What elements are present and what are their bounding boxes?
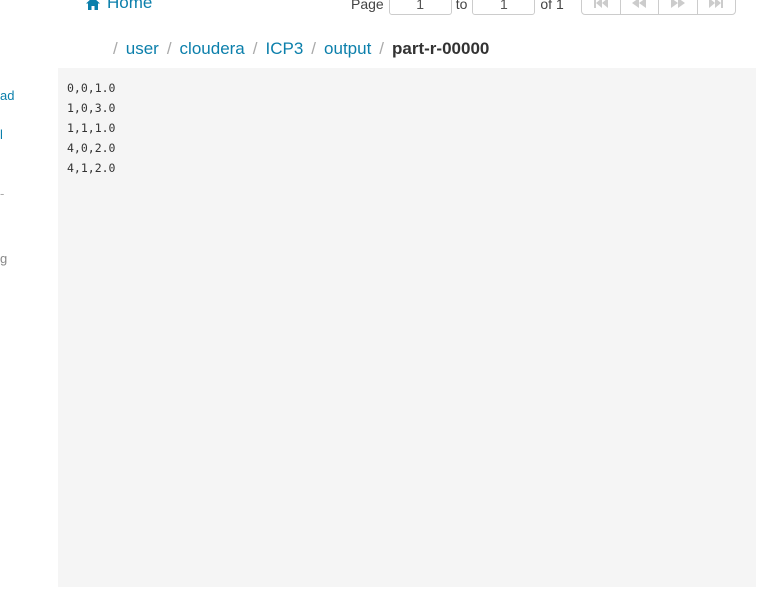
breadcrumb-separator: / — [166, 39, 172, 58]
home-label: Home — [107, 0, 153, 12]
page-count-label: of 1 — [540, 0, 564, 12]
home-icon — [86, 0, 100, 10]
file-line: 1,0,3.0 — [67, 101, 116, 115]
sidebar-item-fragment[interactable]: l — [0, 127, 3, 142]
fast-forward-icon — [670, 0, 685, 13]
rewind-icon — [632, 0, 647, 13]
breadcrumb-separator: / — [252, 39, 258, 58]
breadcrumb: / user / cloudera / ICP3 / output / part… — [113, 38, 489, 60]
file-content-viewer: 0,0,1.0 1,0,3.0 1,1,1.0 4,0,2.0 4,1,2.0 — [58, 68, 756, 587]
last-page-icon — [709, 0, 724, 13]
file-line: 0,0,1.0 — [67, 81, 116, 95]
pager-button-group — [581, 0, 736, 15]
to-label: to — [455, 0, 468, 12]
page-navigator: Page to of 1 — [351, 0, 564, 16]
breadcrumb-separator: / — [113, 39, 118, 58]
sidebar-item-fragment[interactable]: g — [0, 251, 7, 266]
previous-page-button[interactable] — [621, 0, 659, 14]
last-page-button[interactable] — [698, 0, 736, 14]
first-page-icon — [593, 0, 608, 13]
file-line: 1,1,1.0 — [67, 121, 116, 135]
next-page-button[interactable] — [659, 0, 698, 14]
sidebar-item-fragment[interactable]: - — [0, 186, 4, 201]
breadcrumb-separator: / — [379, 39, 385, 58]
sidebar-item-fragment[interactable]: ad — [0, 88, 14, 103]
first-page-button[interactable] — [582, 0, 621, 14]
page-label: Page — [351, 0, 384, 12]
home-link[interactable]: Home — [86, 0, 152, 13]
breadcrumb-link-cloudera[interactable]: cloudera — [180, 39, 245, 59]
file-line: 4,1,2.0 — [67, 161, 116, 175]
breadcrumb-link-output[interactable]: output — [324, 39, 371, 59]
breadcrumb-link-user[interactable]: user — [126, 39, 159, 59]
breadcrumb-link-icp3[interactable]: ICP3 — [266, 39, 304, 59]
page-from-input[interactable] — [388, 0, 452, 15]
page-to-input[interactable] — [472, 0, 536, 15]
breadcrumb-separator: / — [311, 39, 317, 58]
breadcrumb-current-file: part-r-00000 — [392, 39, 490, 58]
file-line: 4,0,2.0 — [67, 141, 116, 155]
